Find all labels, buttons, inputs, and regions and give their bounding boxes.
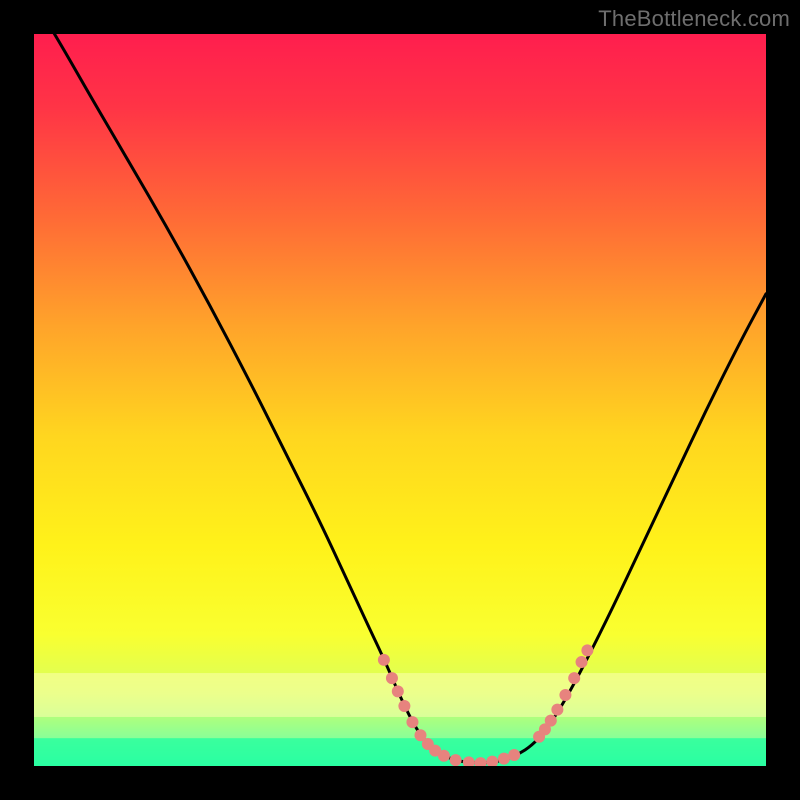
accent-dot [438,750,450,762]
accent-dot [486,756,498,768]
accent-dot [450,754,462,766]
chart-frame: TheBottleneck.com [0,0,800,800]
watermark-text: TheBottleneck.com [598,6,790,32]
accent-dot [568,672,580,684]
accent-dot [398,700,410,712]
accent-dot [581,644,593,656]
accent-dot [576,656,588,668]
accent-dot [508,749,520,761]
accent-dot [392,685,404,697]
plot-area [34,12,766,769]
chart-canvas [0,0,800,800]
optimal-band-green [34,738,766,766]
accent-dot [406,716,418,728]
accent-dot [378,654,390,666]
accent-dot [545,715,557,727]
accent-dot [386,672,398,684]
gradient-background [34,34,766,766]
accent-dot [498,753,510,765]
accent-dot [551,704,563,716]
accent-dot [559,689,571,701]
